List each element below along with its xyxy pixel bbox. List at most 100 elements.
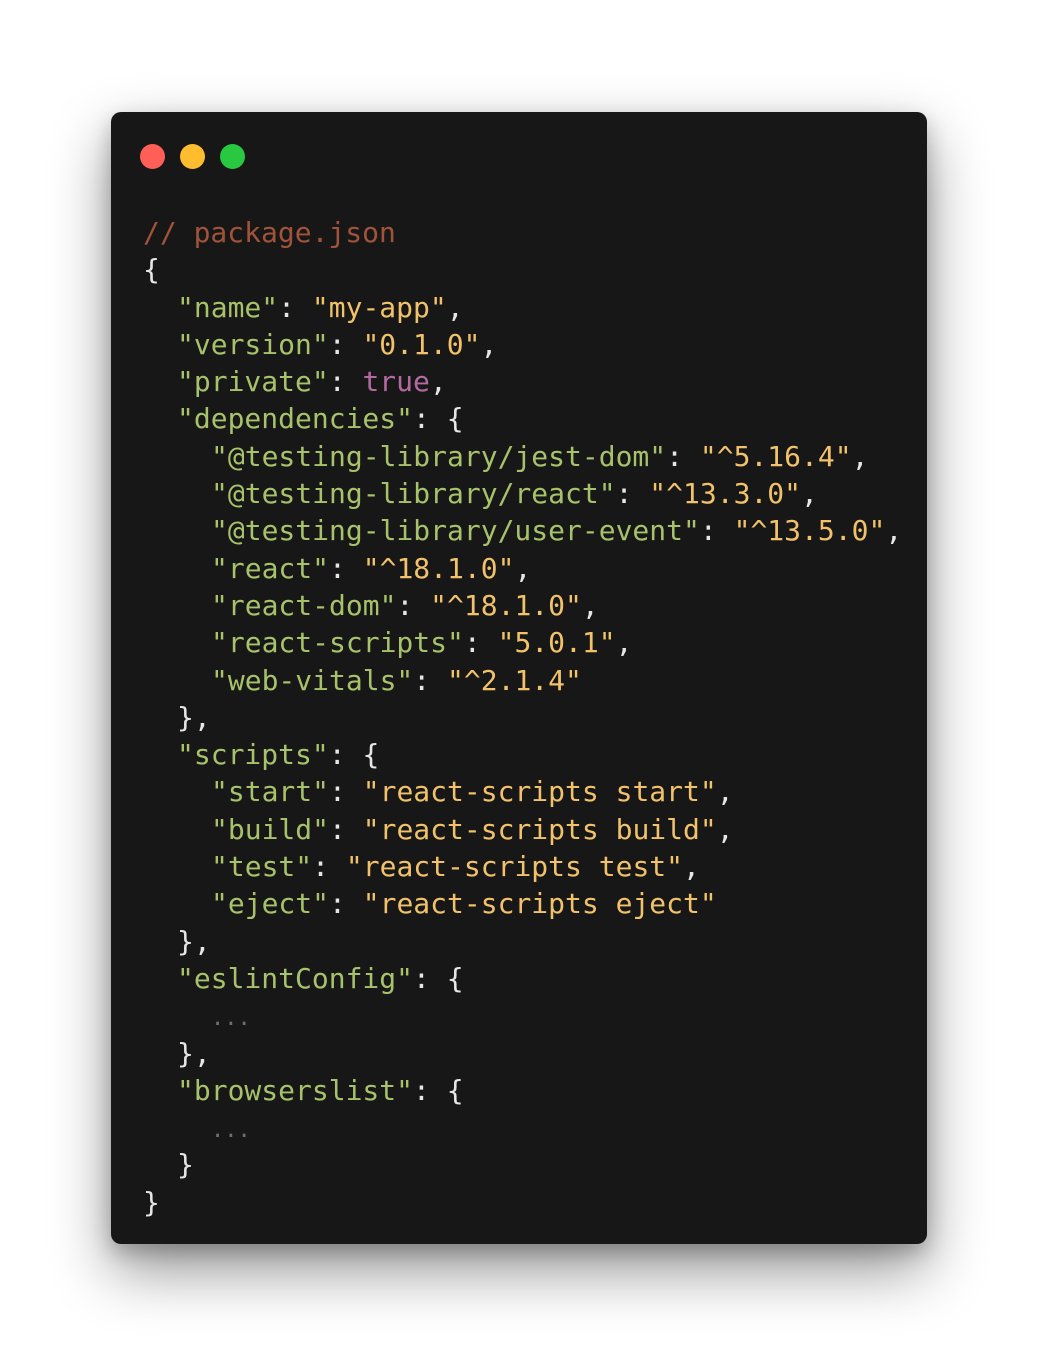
colon: : <box>329 775 363 809</box>
code-line-private: "private": true, <box>143 363 927 400</box>
ellipsis: ... <box>211 1006 251 1032</box>
json-key: "dependencies" <box>177 402 414 436</box>
close-button[interactable] <box>140 144 165 169</box>
json-key: "test" <box>211 850 313 884</box>
comma: , <box>615 626 633 660</box>
colon: : <box>413 402 447 436</box>
colon: : <box>463 626 498 660</box>
code-line-script: "start": "react-scripts start", <box>143 773 927 810</box>
code-line-dependency: "@testing-library/jest-dom": "^5.16.4", <box>143 438 927 475</box>
json-string: "5.0.1" <box>497 626 616 660</box>
close-brace: } <box>143 1185 160 1219</box>
json-key: "@testing-library/react" <box>211 477 616 511</box>
code-line-dependency: "react": "^18.1.0", <box>143 550 927 587</box>
code-line-ellipsis: ... <box>143 997 927 1034</box>
code-line-scripts: "scripts": { <box>143 736 927 773</box>
json-string: "react-scripts start" <box>362 775 717 809</box>
colon: : <box>413 663 448 697</box>
colon: : <box>328 327 363 361</box>
close-brace: } <box>177 1148 194 1182</box>
comma: , <box>514 551 532 585</box>
json-key: "version" <box>177 327 329 361</box>
code-line-name: "name": "my-app", <box>143 289 927 326</box>
json-string: "^18.1.0" <box>430 588 582 622</box>
code-line-dependency: "@testing-library/user-event": "^13.5.0"… <box>143 512 927 549</box>
code-line: }, <box>143 699 927 736</box>
json-key: "private" <box>177 365 329 399</box>
code-line-dependency: "web-vitals": "^2.1.4" <box>143 662 927 699</box>
colon: : <box>413 961 447 995</box>
code-line-dependency: "react-dom": "^18.1.0", <box>143 587 927 624</box>
comma: , <box>885 514 903 548</box>
minimize-button[interactable] <box>180 144 205 169</box>
code-line: } <box>143 1184 927 1221</box>
code-line: }, <box>143 923 927 960</box>
comma: , <box>446 290 464 324</box>
comma: , <box>716 812 734 846</box>
json-key: "start" <box>211 775 330 809</box>
json-key: "eslintConfig" <box>177 961 414 995</box>
json-key: "react-dom" <box>211 588 397 622</box>
json-key: "@testing-library/jest-dom" <box>211 439 667 473</box>
code-line-browserslist: "browserslist": { <box>143 1072 927 1109</box>
colon: : <box>329 887 363 921</box>
json-key: "react-scripts" <box>211 626 464 660</box>
colon: : <box>413 1073 447 1107</box>
open-brace: { <box>362 738 380 772</box>
comma: , <box>716 775 734 809</box>
json-string: "^13.5.0" <box>733 514 886 548</box>
colon: : <box>328 738 363 772</box>
json-string: "react-scripts build" <box>362 812 717 846</box>
code-line: } <box>143 1146 927 1183</box>
json-string: "^18.1.0" <box>362 551 515 585</box>
close-brace: }, <box>177 700 211 734</box>
colon: : <box>328 365 363 399</box>
code-line-script: "test": "react-scripts test", <box>143 848 927 885</box>
maximize-button[interactable] <box>220 144 245 169</box>
json-string: "0.1.0" <box>362 327 481 361</box>
json-key: "name" <box>177 290 279 324</box>
open-brace: { <box>446 402 464 436</box>
code-line-ellipsis: ... <box>143 1109 927 1146</box>
json-string: "react-scripts eject" <box>362 887 717 921</box>
colon: : <box>699 514 734 548</box>
colon: : <box>666 439 700 473</box>
colon: : <box>329 551 363 585</box>
ellipsis: ... <box>211 1118 251 1144</box>
json-key: "@testing-library/user-event" <box>211 514 700 548</box>
open-brace: { <box>446 1073 464 1107</box>
json-key: "build" <box>211 812 330 846</box>
code-line-script: "eject": "react-scripts eject" <box>143 885 927 922</box>
json-boolean: true <box>362 365 430 399</box>
colon: : <box>615 477 650 511</box>
open-brace: { <box>143 253 160 287</box>
json-key: "eject" <box>211 887 330 921</box>
code-line-dependency: "@testing-library/react": "^13.3.0", <box>143 475 927 512</box>
code-line-dependencies: "dependencies": { <box>143 400 927 437</box>
comma: , <box>480 327 498 361</box>
json-string: "react-scripts test" <box>345 850 684 884</box>
open-brace: { <box>446 961 464 995</box>
code-window: // package.json { "name": "my-app", "ver… <box>111 112 927 1244</box>
code-line-comment: // package.json <box>143 214 927 251</box>
colon: : <box>312 850 346 884</box>
comma: , <box>851 439 869 473</box>
json-string: "^2.1.4" <box>447 663 582 697</box>
colon: : <box>329 812 363 846</box>
close-brace: }, <box>177 1036 211 1070</box>
comma: , <box>683 850 700 884</box>
json-string: "my-app" <box>311 290 447 324</box>
json-string: "^13.3.0" <box>649 477 802 511</box>
code-line-dependency: "react-scripts": "5.0.1", <box>143 624 927 661</box>
json-key: "react" <box>211 551 330 585</box>
close-brace: }, <box>177 924 211 958</box>
colon: : <box>396 588 431 622</box>
code-line: }, <box>143 1035 927 1072</box>
comment: // package.json <box>143 216 396 249</box>
json-string: "^5.16.4" <box>699 439 852 473</box>
code-line-eslint: "eslintConfig": { <box>143 960 927 997</box>
colon: : <box>278 290 312 324</box>
comma: , <box>429 365 447 399</box>
code-line-script: "build": "react-scripts build", <box>143 811 927 848</box>
json-key: "web-vitals" <box>211 663 414 697</box>
